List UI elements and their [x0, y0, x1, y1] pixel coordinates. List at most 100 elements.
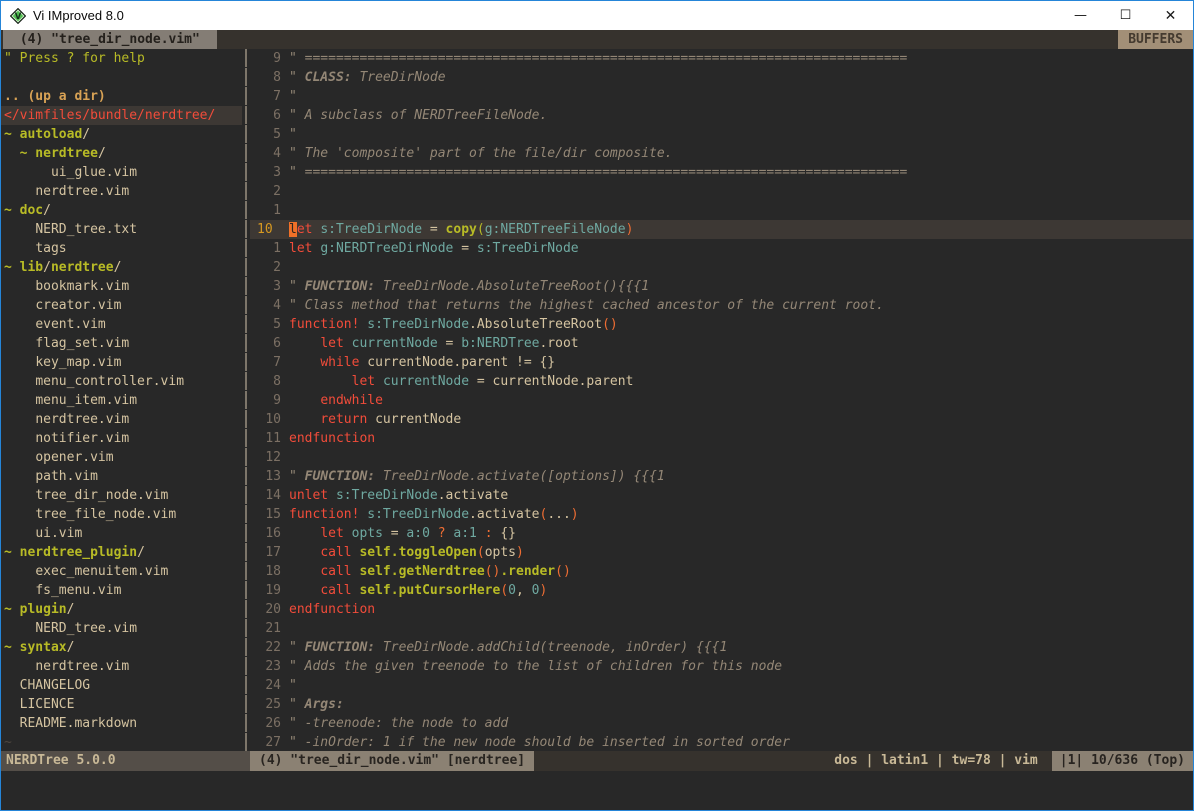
code-line[interactable]: 19 call self.putCursorHere(0, 0): [257, 581, 1193, 600]
window-separator[interactable]: [242, 49, 250, 751]
line-number: 11: [257, 429, 281, 448]
tree-item[interactable]: [1, 68, 242, 87]
tree-item[interactable]: ~ nerdtree_plugin/: [1, 543, 242, 562]
code-line[interactable]: 25" Args:: [257, 695, 1193, 714]
tree-item[interactable]: tree_file_node.vim: [1, 505, 242, 524]
line-number: 6: [257, 106, 281, 125]
tree-item[interactable]: ~ lib/nerdtree/: [1, 258, 242, 277]
line-number: 9: [257, 49, 281, 68]
code-line[interactable]: 10 return currentNode: [257, 410, 1193, 429]
line-number: 9: [257, 391, 281, 410]
tree-item[interactable]: ~ plugin/: [1, 600, 242, 619]
editor-content: " Press ? for help .. (up a dir)</vimfil…: [1, 49, 1193, 751]
tree-item[interactable]: bookmark.vim: [1, 277, 242, 296]
code-line-current[interactable]: 10let s:TreeDirNode = copy(g:NERDTreeFil…: [250, 220, 1193, 239]
tree-item[interactable]: fs_menu.vim: [1, 581, 242, 600]
tree-item[interactable]: ~ doc/: [1, 201, 242, 220]
code-line[interactable]: 9" =====================================…: [257, 49, 1193, 68]
tree-item[interactable]: tree_dir_node.vim: [1, 486, 242, 505]
tree-item[interactable]: creator.vim: [1, 296, 242, 315]
code-line[interactable]: 4" Class method that returns the highest…: [257, 296, 1193, 315]
line-number: 19: [257, 581, 281, 600]
tree-item[interactable]: ~: [1, 733, 242, 751]
code-line[interactable]: 12: [257, 448, 1193, 467]
code-line[interactable]: 16 let opts = a:0 ? a:1 : {}: [257, 524, 1193, 543]
line-number: 2: [257, 182, 281, 201]
tree-item[interactable]: .. (up a dir): [1, 87, 242, 106]
line-number: 15: [257, 505, 281, 524]
tree-item[interactable]: event.vim: [1, 315, 242, 334]
line-number: 6: [257, 334, 281, 353]
tree-item[interactable]: tags: [1, 239, 242, 258]
maximize-button[interactable]: ☐: [1103, 1, 1148, 30]
code-line[interactable]: 5": [257, 125, 1193, 144]
tree-item[interactable]: path.vim: [1, 467, 242, 486]
tree-item[interactable]: ~ autoload/: [1, 125, 242, 144]
code-line[interactable]: 3" =====================================…: [257, 163, 1193, 182]
code-line[interactable]: 13" FUNCTION: TreeDirNode.activate([opti…: [257, 467, 1193, 486]
code-line[interactable]: 24": [257, 676, 1193, 695]
code-line[interactable]: 17 call self.toggleOpen(opts): [257, 543, 1193, 562]
code-line[interactable]: 14unlet s:TreeDirNode.activate: [257, 486, 1193, 505]
tree-item[interactable]: exec_menuitem.vim: [1, 562, 242, 581]
tree-item[interactable]: ~ nerdtree/: [1, 144, 242, 163]
tree-item[interactable]: NERD_tree.txt: [1, 220, 242, 239]
code-line[interactable]: 21: [257, 619, 1193, 638]
tab-tree-dir-node[interactable]: (4) "tree_dir_node.vim": [3, 30, 217, 49]
tree-item[interactable]: key_map.vim: [1, 353, 242, 372]
minimize-button[interactable]: —: [1058, 1, 1103, 30]
code-line[interactable]: 26" -treenode: the node to add: [257, 714, 1193, 733]
code-line[interactable]: 7": [257, 87, 1193, 106]
tree-item[interactable]: ui.vim: [1, 524, 242, 543]
tree-item[interactable]: LICENCE: [1, 695, 242, 714]
tree-item[interactable]: nerdtree.vim: [1, 657, 242, 676]
line-number: 5: [257, 315, 281, 334]
statusline-buffer-segment: (4) "tree_dir_node.vim" [nerdtree]: [250, 751, 534, 771]
code-line[interactable]: 27" -inOrder: 1 if the new node should b…: [257, 733, 1193, 751]
code-line[interactable]: 1let g:NERDTreeDirNode = s:TreeDirNode: [257, 239, 1193, 258]
line-number: 24: [257, 676, 281, 695]
code-line[interactable]: 5function! s:TreeDirNode.AbsoluteTreeRoo…: [257, 315, 1193, 334]
svg-text:V: V: [15, 12, 22, 22]
code-line[interactable]: 7 while currentNode.parent != {}: [257, 353, 1193, 372]
code-line[interactable]: 1: [257, 201, 1193, 220]
code-line[interactable]: 8 let currentNode = currentNode.parent: [257, 372, 1193, 391]
code-line[interactable]: 3" FUNCTION: TreeDirNode.AbsoluteTreeRoo…: [257, 277, 1193, 296]
buffers-label: BUFFERS: [1118, 30, 1193, 49]
code-line[interactable]: 4" The 'composite' part of the file/dir …: [257, 144, 1193, 163]
code-line[interactable]: 6" A subclass of NERDTreeFileNode.: [257, 106, 1193, 125]
tree-item[interactable]: nerdtree.vim: [1, 410, 242, 429]
code-line[interactable]: 2: [257, 258, 1193, 277]
code-line[interactable]: 9 endwhile: [257, 391, 1193, 410]
code-line[interactable]: 11endfunction: [257, 429, 1193, 448]
line-number: 8: [257, 372, 281, 391]
code-line[interactable]: 6 let currentNode = b:NERDTree.root: [257, 334, 1193, 353]
command-line[interactable]: [1, 771, 1193, 810]
code-line[interactable]: 20endfunction: [257, 600, 1193, 619]
tree-item[interactable]: menu_item.vim: [1, 391, 242, 410]
code-line[interactable]: 22" FUNCTION: TreeDirNode.addChild(treen…: [257, 638, 1193, 657]
tree-item[interactable]: notifier.vim: [1, 429, 242, 448]
tree-item[interactable]: " Press ? for help: [1, 49, 242, 68]
code-line[interactable]: 23" Adds the given treenode to the list …: [257, 657, 1193, 676]
code-line[interactable]: 2: [257, 182, 1193, 201]
code-line[interactable]: 15function! s:TreeDirNode.activate(...): [257, 505, 1193, 524]
tree-item-root-selected[interactable]: </vimfiles/bundle/nerdtree/: [1, 106, 242, 125]
tree-item[interactable]: menu_controller.vim: [1, 372, 242, 391]
tree-item[interactable]: opener.vim: [1, 448, 242, 467]
statusline-fill: [534, 751, 834, 771]
nerdtree-panel: " Press ? for help .. (up a dir)</vimfil…: [1, 49, 242, 751]
tree-item[interactable]: ui_glue.vim: [1, 163, 242, 182]
line-number: 21: [257, 619, 281, 638]
title-bar: V Vi IMproved 8.0 — ☐ ✕: [1, 1, 1193, 30]
tree-item[interactable]: NERD_tree.vim: [1, 619, 242, 638]
tree-item[interactable]: CHANGELOG: [1, 676, 242, 695]
code-line[interactable]: 18 call self.getNerdtree().render(): [257, 562, 1193, 581]
tree-item[interactable]: nerdtree.vim: [1, 182, 242, 201]
code-line[interactable]: 8" CLASS: TreeDirNode: [257, 68, 1193, 87]
line-number: 3: [257, 277, 281, 296]
tree-item[interactable]: README.markdown: [1, 714, 242, 733]
tree-item[interactable]: ~ syntax/: [1, 638, 242, 657]
tree-item[interactable]: flag_set.vim: [1, 334, 242, 353]
close-button[interactable]: ✕: [1148, 1, 1193, 30]
